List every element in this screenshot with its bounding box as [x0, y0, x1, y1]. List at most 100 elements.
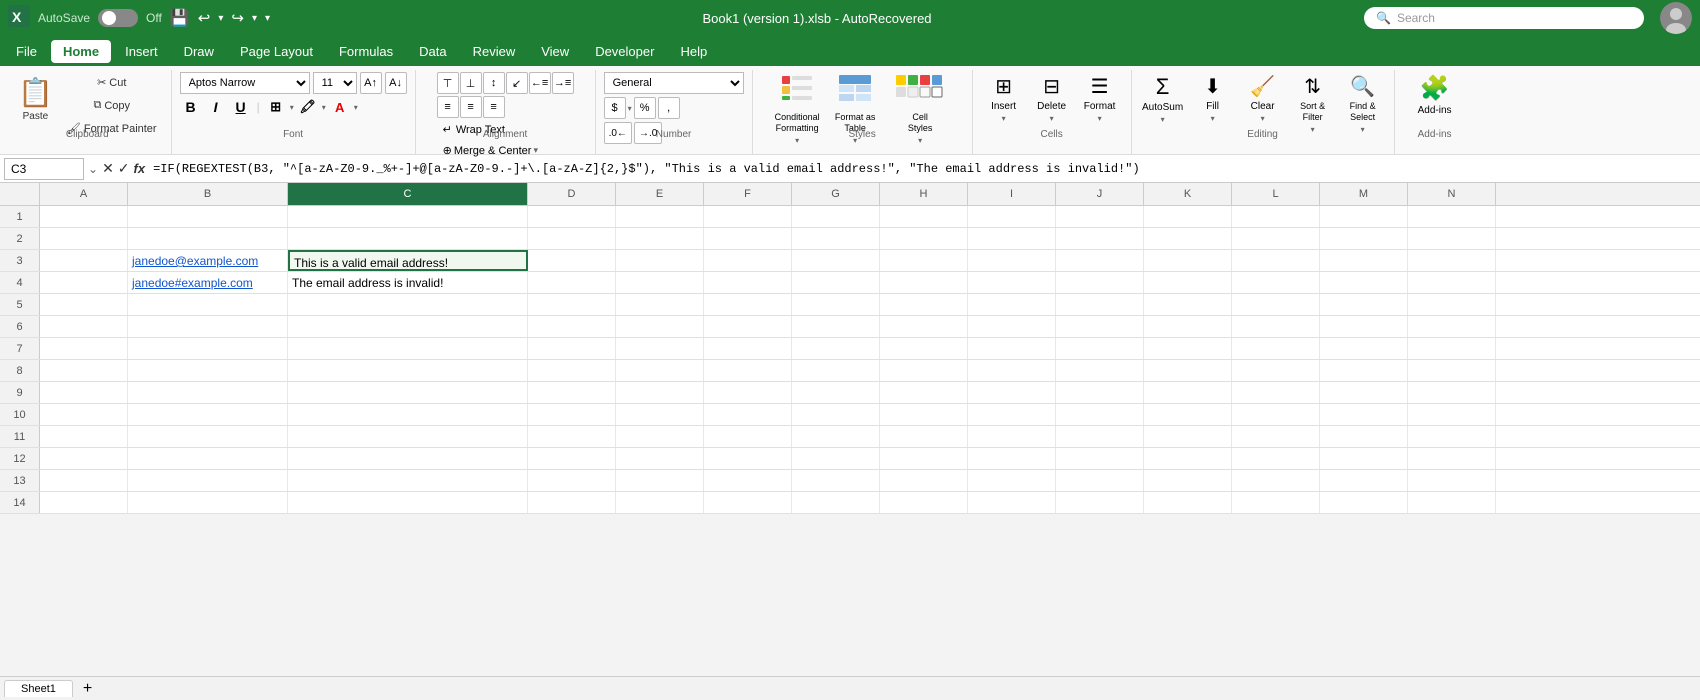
cell-l2[interactable] — [1232, 228, 1320, 249]
cell-b10[interactable] — [128, 404, 288, 425]
cell-i7[interactable] — [968, 338, 1056, 359]
cell-l6[interactable] — [1232, 316, 1320, 337]
cell-f5[interactable] — [704, 294, 792, 315]
cell-h4[interactable] — [880, 272, 968, 293]
cell-e10[interactable] — [616, 404, 704, 425]
cell-m3[interactable] — [1320, 250, 1408, 271]
cell-f4[interactable] — [704, 272, 792, 293]
delete-button[interactable]: ⊟ Delete ▾ — [1029, 72, 1075, 125]
comma-button[interactable]: , — [658, 97, 680, 119]
cell-n7[interactable] — [1408, 338, 1496, 359]
cell-a13[interactable] — [40, 470, 128, 491]
cell-n14[interactable] — [1408, 492, 1496, 513]
cell-j10[interactable] — [1056, 404, 1144, 425]
cell-i12[interactable] — [968, 448, 1056, 469]
cell-m8[interactable] — [1320, 360, 1408, 381]
cell-a7[interactable] — [40, 338, 128, 359]
cut-button[interactable]: ✂ Cut — [61, 72, 163, 93]
cell-i8[interactable] — [968, 360, 1056, 381]
font-color-button[interactable]: A — [329, 96, 351, 118]
cell-j11[interactable] — [1056, 426, 1144, 447]
cell-j5[interactable] — [1056, 294, 1144, 315]
cell-n10[interactable] — [1408, 404, 1496, 425]
cell-f1[interactable] — [704, 206, 792, 227]
cell-i13[interactable] — [968, 470, 1056, 491]
format-button[interactable]: ☰ Format ▾ — [1077, 72, 1123, 125]
cell-b11[interactable] — [128, 426, 288, 447]
copy-button[interactable]: ⧉ Copy — [61, 95, 163, 116]
cell-d3[interactable] — [528, 250, 616, 271]
cell-g14[interactable] — [792, 492, 880, 513]
cell-j14[interactable] — [1056, 492, 1144, 513]
align-top-button[interactable]: ⊤ — [437, 72, 459, 94]
menu-formulas[interactable]: Formulas — [327, 40, 405, 63]
cell-h14[interactable] — [880, 492, 968, 513]
cell-h9[interactable] — [880, 382, 968, 403]
cell-k11[interactable] — [1144, 426, 1232, 447]
paste-button[interactable]: 📋 Paste — [12, 72, 59, 126]
cell-m14[interactable] — [1320, 492, 1408, 513]
insert-button[interactable]: ⊞ Insert ▾ — [981, 72, 1027, 125]
align-left-button[interactable]: ≡ — [437, 96, 459, 118]
cell-d4[interactable] — [528, 272, 616, 293]
user-avatar[interactable] — [1660, 2, 1692, 34]
cell-f10[interactable] — [704, 404, 792, 425]
row-header-6[interactable]: 6 — [0, 316, 40, 337]
cell-k4[interactable] — [1144, 272, 1232, 293]
col-header-b[interactable]: B — [128, 183, 288, 205]
cell-g10[interactable] — [792, 404, 880, 425]
menu-file[interactable]: File — [4, 40, 49, 63]
menu-insert[interactable]: Insert — [113, 40, 170, 63]
cell-l13[interactable] — [1232, 470, 1320, 491]
cell-i14[interactable] — [968, 492, 1056, 513]
merge-center-button[interactable]: ⊕ Merge & Center ▾ — [437, 141, 574, 160]
cell-k5[interactable] — [1144, 294, 1232, 315]
cell-c12[interactable] — [288, 448, 528, 469]
cell-e1[interactable] — [616, 206, 704, 227]
formula-confirm-icon[interactable]: ✓ — [118, 160, 130, 177]
cell-c7[interactable] — [288, 338, 528, 359]
formula-cancel-icon[interactable]: ✕ — [102, 160, 114, 177]
cell-c1[interactable] — [288, 206, 528, 227]
cell-d9[interactable] — [528, 382, 616, 403]
cell-b14[interactable] — [128, 492, 288, 513]
col-header-h[interactable]: H — [880, 183, 968, 205]
formula-insert-function-icon[interactable]: fx — [134, 161, 146, 176]
cell-k13[interactable] — [1144, 470, 1232, 491]
cell-a9[interactable] — [40, 382, 128, 403]
cell-k2[interactable] — [1144, 228, 1232, 249]
cell-e6[interactable] — [616, 316, 704, 337]
col-header-d[interactable]: D — [528, 183, 616, 205]
bold-button[interactable]: B — [180, 96, 202, 118]
cell-h1[interactable] — [880, 206, 968, 227]
font-size-select[interactable]: 11 — [313, 72, 357, 94]
cell-f9[interactable] — [704, 382, 792, 403]
align-right-button[interactable]: ≡ — [483, 96, 505, 118]
cell-a2[interactable] — [40, 228, 128, 249]
cell-n3[interactable] — [1408, 250, 1496, 271]
sheet-tab-sheet1[interactable]: Sheet1 — [4, 680, 73, 697]
undo-icon[interactable]: ↩ — [198, 9, 211, 27]
row-header-9[interactable]: 9 — [0, 382, 40, 403]
cell-c4[interactable]: The email address is invalid! — [288, 272, 528, 293]
menu-view[interactable]: View — [529, 40, 581, 63]
menu-review[interactable]: Review — [461, 40, 528, 63]
text-direction-button[interactable]: ↙ — [506, 72, 528, 94]
cell-j3[interactable] — [1056, 250, 1144, 271]
cell-j4[interactable] — [1056, 272, 1144, 293]
cell-e4[interactable] — [616, 272, 704, 293]
cell-h7[interactable] — [880, 338, 968, 359]
cell-e3[interactable] — [616, 250, 704, 271]
cell-l12[interactable] — [1232, 448, 1320, 469]
cell-b8[interactable] — [128, 360, 288, 381]
autosave-toggle[interactable] — [98, 9, 138, 27]
cell-i1[interactable] — [968, 206, 1056, 227]
cell-j7[interactable] — [1056, 338, 1144, 359]
cell-g9[interactable] — [792, 382, 880, 403]
row-header-10[interactable]: 10 — [0, 404, 40, 425]
cell-b12[interactable] — [128, 448, 288, 469]
cell-a5[interactable] — [40, 294, 128, 315]
cell-c9[interactable] — [288, 382, 528, 403]
cell-h12[interactable] — [880, 448, 968, 469]
cell-d10[interactable] — [528, 404, 616, 425]
